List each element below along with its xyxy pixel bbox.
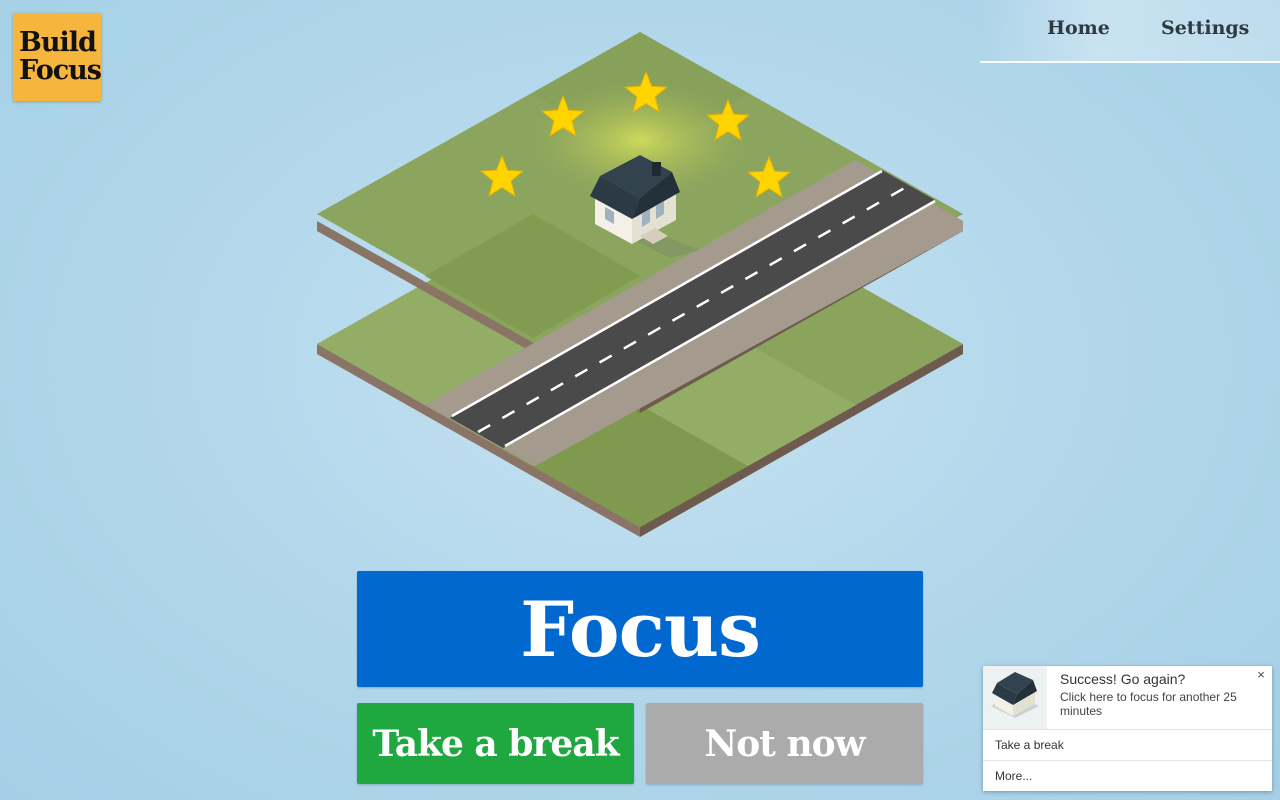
notification-popup: Success! Go again? Click here to focus f… bbox=[983, 666, 1272, 791]
house-thumbnail-icon bbox=[983, 666, 1047, 729]
notification-more-action[interactable]: More... bbox=[983, 760, 1272, 791]
close-icon[interactable]: × bbox=[1254, 667, 1268, 682]
notification-body: Click here to focus for another 25 minut… bbox=[1060, 690, 1237, 718]
focus-button[interactable]: Focus bbox=[357, 571, 923, 687]
not-now-button[interactable]: Not now bbox=[646, 703, 923, 784]
isometric-town-scene bbox=[317, 32, 963, 537]
notification-main[interactable]: Success! Go again? Click here to focus f… bbox=[983, 666, 1272, 729]
notification-take-a-break-action[interactable]: Take a break bbox=[983, 729, 1272, 760]
take-a-break-button[interactable]: Take a break bbox=[357, 703, 634, 784]
notification-title: Success! Go again? bbox=[1060, 671, 1186, 687]
